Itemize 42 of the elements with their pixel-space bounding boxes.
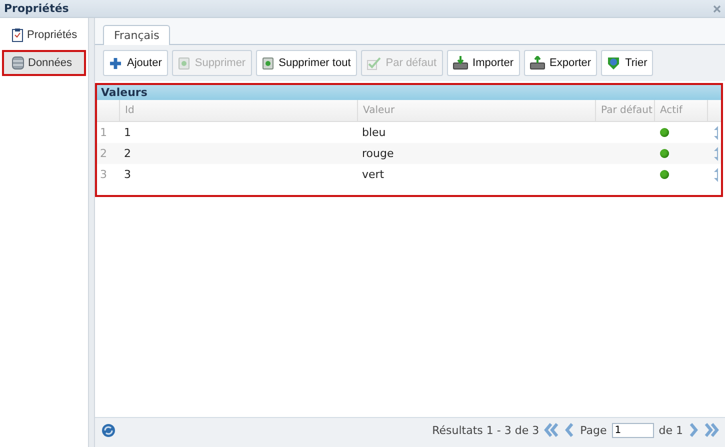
table-cell-text: bleu — [361, 125, 387, 141]
row-number: 2 — [99, 146, 108, 162]
last-page-icon[interactable] — [703, 423, 719, 437]
sidebar-item[interactable]: Propriétés — [2, 22, 86, 48]
window-title: Propriétés — [4, 2, 70, 15]
first-page-icon[interactable] — [544, 423, 560, 437]
table-cell-text: vert — [361, 167, 386, 183]
printer-arrow-icon — [530, 56, 544, 70]
sidebar-item[interactable]: Données — [2, 50, 86, 76]
page-count: de 1 — [658, 424, 683, 436]
toolbar-button[interactable]: Ajouter — [103, 50, 168, 76]
sidebar-label: Propriétés — [27, 29, 78, 41]
table-cell-text: 1 — [123, 125, 132, 141]
toolbar-button[interactable]: Importer — [446, 50, 520, 76]
previous-page-icon[interactable] — [565, 423, 576, 437]
row-number: 3 — [99, 167, 108, 183]
toolbar-button[interactable]: Trier — [601, 50, 654, 76]
table-cell-text: 3 — [123, 167, 132, 183]
globe-shield-icon — [607, 56, 620, 70]
clipboard-icon — [12, 28, 23, 42]
toolbar-button[interactable]: Exporter — [524, 50, 598, 76]
database-icon — [12, 56, 24, 70]
sidebar-label: Données — [28, 57, 72, 69]
printer-arrow-icon — [452, 56, 468, 70]
drag-handle-icon[interactable] — [714, 126, 721, 140]
row-number: 1 — [99, 125, 108, 141]
results-summary: Résultats 1 - 3 de 3 — [432, 424, 540, 436]
close-icon[interactable] — [713, 4, 721, 12]
toolbar-button[interactable]: Supprimer tout — [256, 50, 357, 76]
tab[interactable]: Français — [103, 25, 170, 45]
plus-icon — [109, 56, 122, 70]
checkbox-icon — [366, 56, 381, 70]
drag-handle-icon[interactable] — [714, 146, 721, 160]
grid-title: Valeurs — [97, 85, 721, 100]
table-cell-text: 2 — [123, 146, 132, 162]
page-input[interactable]: 1 — [612, 422, 654, 438]
splitter-bar[interactable] — [88, 18, 95, 447]
drag-handle-icon[interactable] — [714, 168, 721, 182]
next-page-icon[interactable] — [688, 423, 698, 437]
page-label: Page — [580, 424, 607, 436]
refresh-icon[interactable] — [101, 422, 116, 438]
table-cell-text: rouge — [361, 146, 395, 162]
